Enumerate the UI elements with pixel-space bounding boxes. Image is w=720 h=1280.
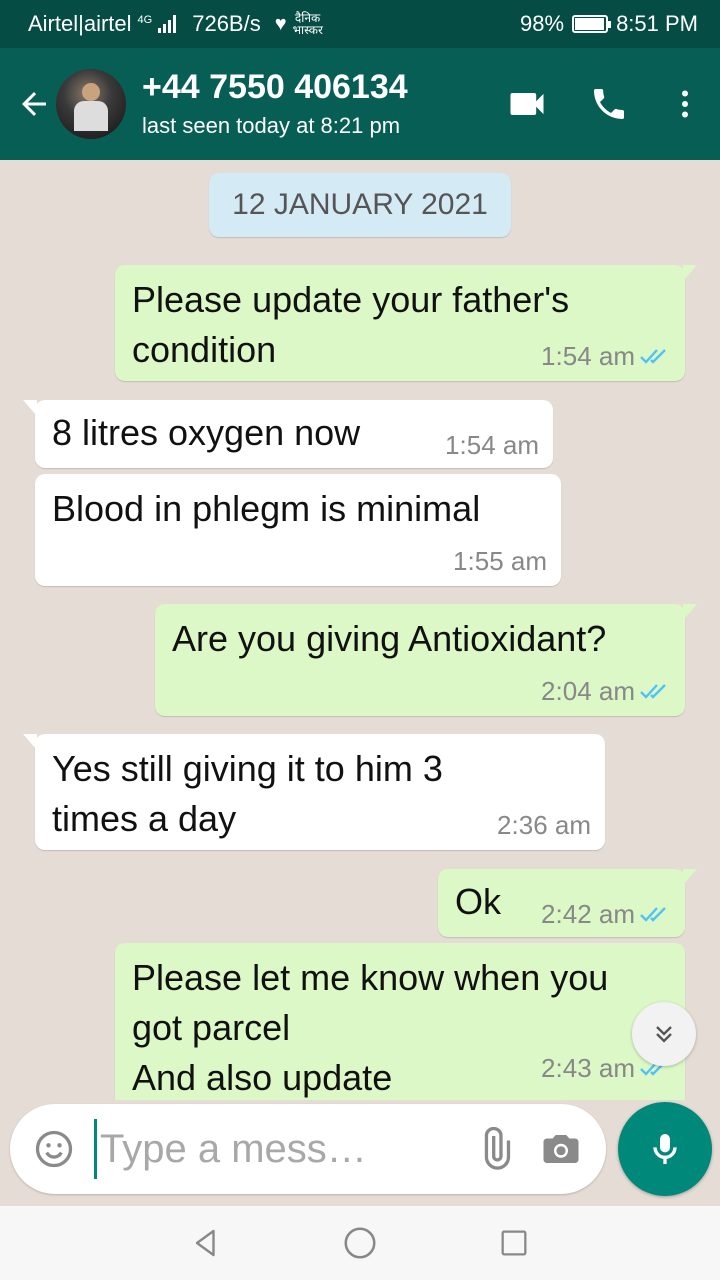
health-icon: ♥ xyxy=(274,12,287,35)
back-button[interactable] xyxy=(6,48,62,160)
double-check-icon xyxy=(639,904,671,924)
circle-home-icon xyxy=(344,1227,376,1259)
video-camera-icon xyxy=(510,93,544,115)
triangle-back-icon xyxy=(195,1229,215,1257)
status-bar: Airtel|airtel 4G 726B/s ♥ दैनिक भास्कर 9… xyxy=(0,0,720,48)
message-bubble-incoming[interactable]: Yes still giving it to him 3 times a day… xyxy=(23,734,605,850)
camera-button[interactable] xyxy=(528,1104,594,1194)
message-time: 2:43 am xyxy=(541,1053,635,1083)
message-bubble-outgoing[interactable]: Are you giving Antioxidant? 2:04 am xyxy=(155,604,697,716)
battery-level-fill xyxy=(575,18,605,30)
chat-header: +44 7550 406134 last seen today at 8:21 … xyxy=(0,48,720,160)
message-bubble-outgoing[interactable]: Ok 2:42 am xyxy=(438,869,697,937)
phone-icon xyxy=(594,89,624,119)
square-recents-icon xyxy=(501,1230,527,1256)
message-meta: 1:55 am xyxy=(453,546,547,576)
message-composer xyxy=(10,1104,606,1194)
message-time: 1:54 am xyxy=(541,341,635,371)
message-bubble-incoming[interactable]: Blood in phlegm is minimal 1:55 am xyxy=(35,474,561,586)
battery-percent: 98% xyxy=(520,11,565,36)
chevron-double-down-icon xyxy=(656,1026,672,1043)
more-options-button[interactable] xyxy=(650,64,720,144)
voice-message-button[interactable] xyxy=(618,1102,712,1196)
contact-info[interactable]: +44 7550 406134 last seen today at 8:21 … xyxy=(142,67,408,141)
message-time: 2:04 am xyxy=(541,676,635,706)
nav-home-button[interactable] xyxy=(283,1206,437,1280)
chat-area[interactable]: 12 JANUARY 2021 Please update your fathe… xyxy=(0,160,720,1100)
scroll-to-bottom-button[interactable] xyxy=(632,1002,696,1066)
message-time: 2:42 am xyxy=(541,899,635,929)
nav-recents-button[interactable] xyxy=(437,1206,591,1280)
contact-name: +44 7550 406134 xyxy=(142,68,408,106)
message-input[interactable] xyxy=(100,1126,390,1172)
arrow-left-icon xyxy=(22,92,46,116)
message-text: Are you giving Antioxidant? xyxy=(172,618,607,659)
message-bubble-outgoing[interactable]: Please update your father's condition 1:… xyxy=(115,265,697,381)
avatar[interactable] xyxy=(56,69,126,139)
attach-button[interactable] xyxy=(462,1104,528,1194)
message-text: Yes still giving it to him 3 times a day xyxy=(52,748,443,839)
paperclip-icon xyxy=(484,1127,511,1170)
last-seen-status: last seen today at 8:21 pm xyxy=(142,113,401,138)
carrier-label: Airtel|airtel xyxy=(28,11,132,36)
nav-back-button[interactable] xyxy=(129,1206,283,1280)
network-speed: 726B/s xyxy=(192,11,261,36)
double-check-icon xyxy=(639,681,671,701)
message-bubble-incoming[interactable]: 8 litres oxygen now 1:54 am xyxy=(23,400,553,468)
microphone-icon xyxy=(653,1134,677,1164)
system-navigation-bar xyxy=(0,1206,720,1280)
message-meta: 2:42 am xyxy=(541,899,671,929)
more-vertical-icon xyxy=(682,90,688,118)
message-meta: 2:36 am xyxy=(497,810,591,840)
message-meta: 1:54 am xyxy=(445,430,539,460)
message-input-wrapper xyxy=(94,1104,462,1194)
voice-call-button[interactable] xyxy=(568,64,650,144)
message-bubble-outgoing[interactable]: Please let me know when you got parcel A… xyxy=(115,943,685,1100)
battery-icon xyxy=(572,15,612,33)
status-time: 8:51 PM xyxy=(616,11,698,36)
video-call-button[interactable] xyxy=(486,64,568,144)
date-divider: 12 JANUARY 2021 xyxy=(209,173,511,237)
message-meta: 2:04 am xyxy=(541,676,671,706)
message-text: Blood in phlegm is minimal xyxy=(52,488,481,529)
message-meta: 1:54 am xyxy=(541,341,671,371)
message-time: 1:54 am xyxy=(445,430,539,460)
signal-icon xyxy=(158,15,177,33)
camera-icon xyxy=(543,1135,579,1163)
text-cursor xyxy=(94,1119,97,1179)
double-check-icon xyxy=(639,346,671,366)
network-type-label: 4G xyxy=(137,14,153,26)
emoji-button[interactable] xyxy=(14,1104,94,1194)
message-time: 1:55 am xyxy=(453,546,547,576)
message-time: 2:36 am xyxy=(497,810,591,840)
emoji-icon xyxy=(35,1130,73,1168)
news-app-icon: दैनिक भास्कर xyxy=(292,11,323,37)
